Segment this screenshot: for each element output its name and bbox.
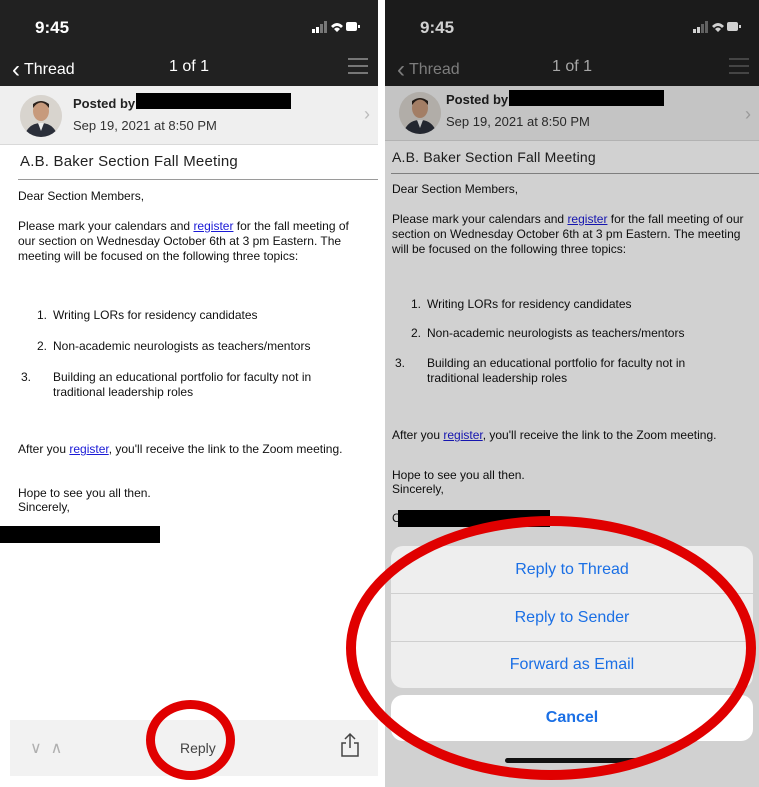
thread-position: 1 of 1 [168,58,210,75]
closing-line: Hope to see you all then. [18,486,151,500]
redacted-signature [0,526,160,543]
list-item: 1. Writing LORs for residency candidates [37,308,258,322]
closing-line: Sincerely, [18,500,70,514]
list-item: 2. Non-academic neurologists as teachers/… [37,339,311,353]
left-screen: 9:45 ‹ Thread 1 of 1 Posted by Sep 19, 2… [0,0,378,787]
status-bar: 9:45 [0,0,378,50]
share-icon[interactable] [340,732,360,758]
poster-row[interactable]: Posted by Sep 19, 2021 at 8:50 PM › [0,86,378,145]
avatar [20,95,62,137]
register-link[interactable]: register [193,219,233,233]
intro-paragraph: Please mark your calendars and register … [18,219,349,263]
divider [18,179,378,180]
posted-by-label: Posted by [73,96,136,111]
signal-wifi-battery-icon [312,20,360,37]
nav-bar: ‹ Thread 1 of 1 [0,50,378,86]
status-time: 9:45 [35,18,70,37]
message-subject: A.B. Baker Section Fall Meeting [20,153,238,170]
post-date: Sep 19, 2021 at 8:50 PM [73,118,217,133]
menu-icon[interactable] [348,58,368,76]
list-item: 3. Building an educational portfolio for … [21,370,312,399]
annotation-circle [146,700,235,780]
chevron-right-icon: › [364,104,370,124]
prev-next-icon[interactable]: ∨ ∧ [30,738,62,758]
greeting: Dear Section Members, [18,189,145,203]
annotation-circle [346,516,756,780]
redacted-name [136,93,291,109]
register-paragraph: After you register, you'll receive the l… [18,442,343,456]
register-link[interactable]: register [69,442,108,456]
